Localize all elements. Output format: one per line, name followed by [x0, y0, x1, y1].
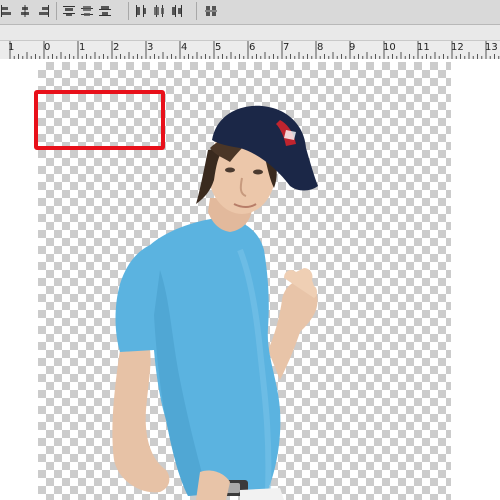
ruler-label: 4	[181, 42, 188, 53]
toolbar-separator	[128, 2, 129, 20]
distribute-hcenter-icon[interactable]	[152, 3, 166, 19]
toolbar-separator	[56, 2, 57, 20]
person-layer[interactable]	[100, 100, 330, 500]
white-pants	[240, 488, 284, 500]
ruler-label: 11	[417, 42, 430, 53]
ruler-label: 1	[79, 42, 86, 53]
ruler-label: 9	[349, 42, 356, 53]
auto-align-icon[interactable]	[204, 3, 218, 19]
align-left-icon[interactable]	[0, 3, 14, 19]
ruler-label: 0	[44, 42, 51, 53]
auto-align-group	[204, 2, 218, 20]
distribute-vertical-group	[62, 2, 112, 20]
ruler-label: 10	[383, 42, 396, 53]
ruler-label: 5	[215, 42, 222, 53]
ruler-label: 7	[283, 42, 290, 53]
distribute-horizontal-group	[134, 2, 184, 20]
align-right-icon[interactable]	[36, 3, 50, 19]
ruler-label: 8	[317, 42, 324, 53]
distribute-bottom-icon[interactable]	[98, 3, 112, 19]
distribute-left-icon[interactable]	[134, 3, 148, 19]
distribute-top-icon[interactable]	[62, 3, 76, 19]
pasteboard	[451, 62, 500, 500]
align-group	[0, 2, 50, 20]
ruler-label: 13	[485, 42, 498, 53]
horizontal-ruler[interactable]: 1 0 1 2 3 4 5 6 7 8 9 10 11 12 13	[0, 40, 500, 60]
ruler-label: 12	[451, 42, 464, 53]
distribute-middle-icon[interactable]	[80, 3, 94, 19]
selection-highlight-box	[34, 90, 165, 150]
options-bar-gutter	[0, 25, 500, 40]
ruler-label: 6	[249, 42, 256, 53]
options-toolbar	[0, 0, 500, 25]
align-center-icon[interactable]	[18, 3, 32, 19]
ruler-label: 3	[147, 42, 154, 53]
ruler-label: 2	[113, 42, 120, 53]
toolbar-separator	[196, 2, 197, 20]
ruler-label: 1	[8, 42, 15, 53]
distribute-right-icon[interactable]	[170, 3, 184, 19]
